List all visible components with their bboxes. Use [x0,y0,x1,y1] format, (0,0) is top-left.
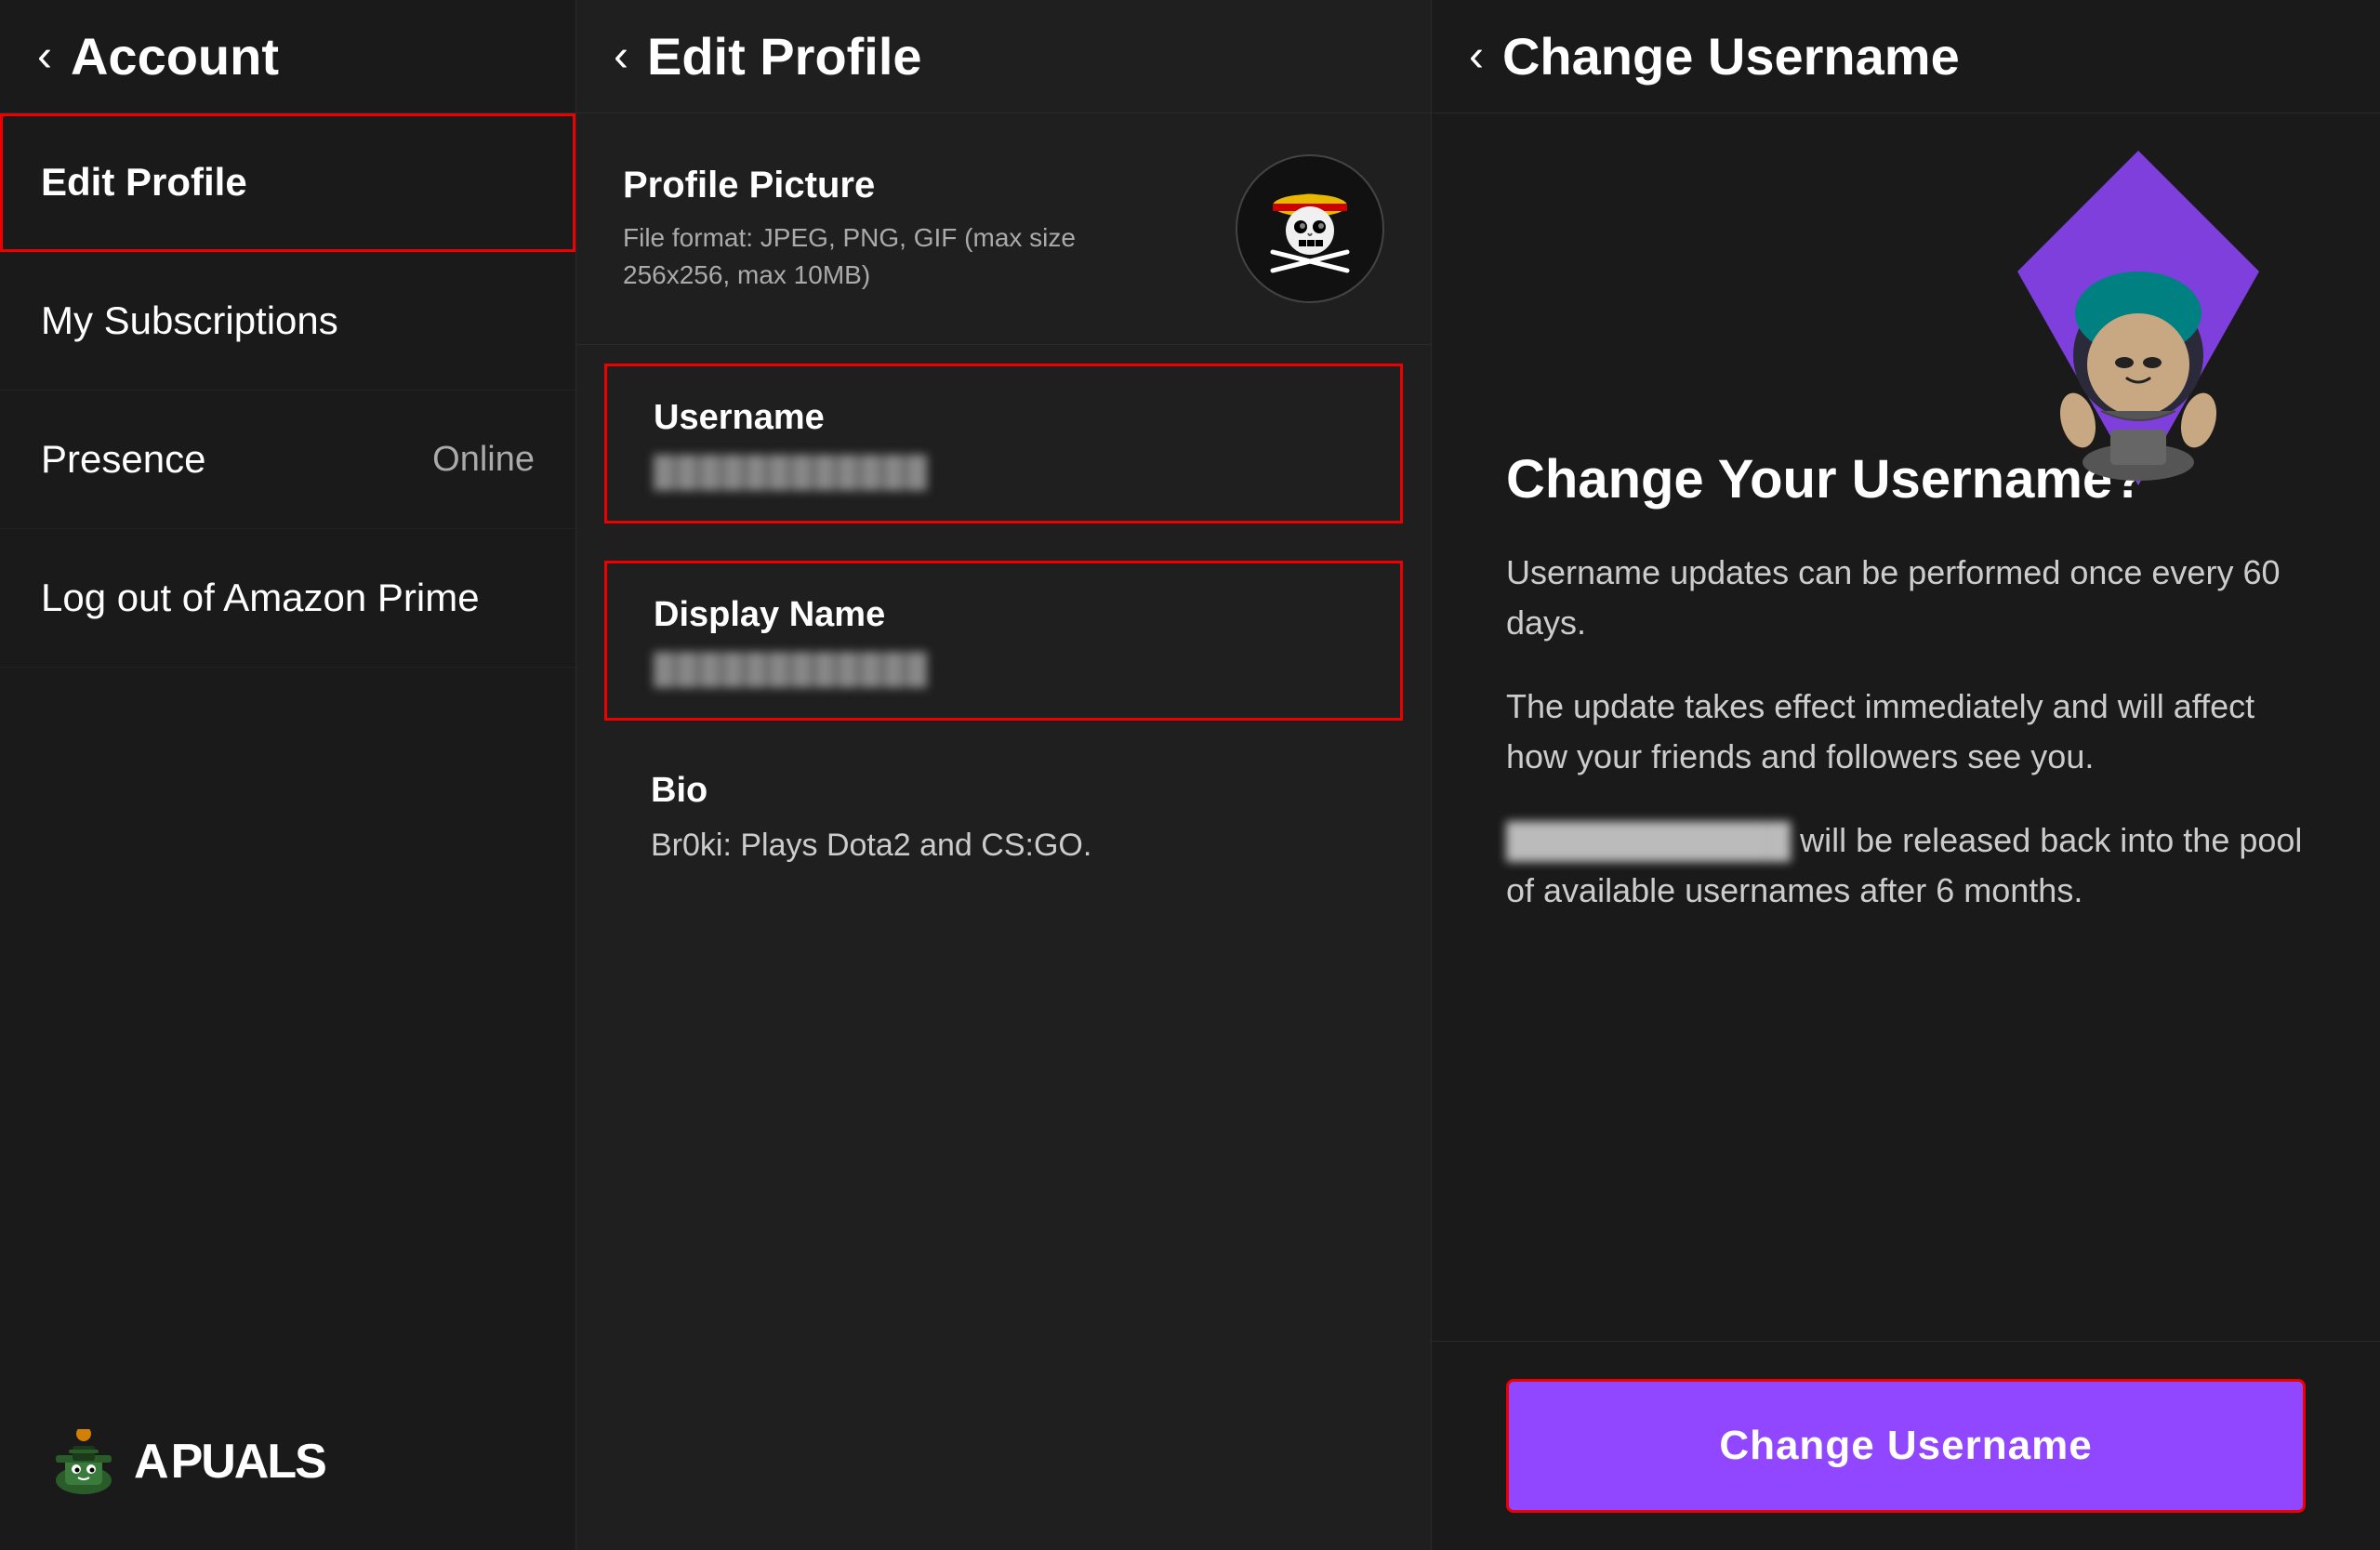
character-illustration [1971,141,2306,495]
watermark-logo-icon [37,1429,130,1494]
change-username-body: Username updates can be performed once e… [1506,548,2306,949]
watermark-brand: PUALS [171,1434,325,1490]
character-svg [1971,141,2306,495]
right-panel-title: Change Username [1502,26,1960,86]
bio-value: Br0ki: Plays Dota2 and CS:GO. [651,828,1356,864]
nav-label-presence: Presence [41,437,205,482]
nav-label-log-out-amazon: Log out of Amazon Prime [41,576,480,620]
right-back-arrow[interactable]: ‹ [1469,34,1484,79]
middle-panel-title: Edit Profile [647,26,922,86]
right-panel: ‹ Change Username [1432,0,2380,1550]
right-panel-header: ‹ Change Username [1432,0,2380,113]
username-section[interactable]: Username ████████████ [604,364,1403,523]
bio-section: Bio Br0ki: Plays Dota2 and CS:GO. [604,739,1403,895]
nav-list: Edit Profile My Subscriptions Presence O… [0,113,575,668]
middle-panel-header: ‹ Edit Profile [576,0,1431,113]
body-line3: ████████████ will be released back into … [1506,815,2306,916]
bio-label: Bio [651,771,1356,811]
middle-back-arrow[interactable]: ‹ [614,34,628,79]
nav-item-log-out-amazon[interactable]: Log out of Amazon Prime [0,529,575,668]
left-panel-title: Account [71,26,279,86]
watermark: A PUALS [19,1401,594,1522]
watermark-text: A [134,1434,167,1490]
display-name-label: Display Name [654,595,1354,635]
body-line1: Username updates can be performed once e… [1506,548,2306,648]
middle-panel: ‹ Edit Profile Profile Picture File form… [576,0,1432,1550]
profile-picture-info: Profile Picture File format: JPEG, PNG, … [623,165,1088,292]
body-line3-username: ████████████ [1506,821,1791,859]
bottom-bar: Change Username [1432,1341,2380,1550]
username-label: Username [654,398,1354,438]
profile-picture-label: Profile Picture [623,165,1088,206]
nav-item-my-subscriptions[interactable]: My Subscriptions [0,252,575,391]
avatar-icon [1245,164,1375,294]
display-name-value: ████████████ [654,652,1354,686]
change-username-button[interactable]: Change Username [1506,1379,2306,1513]
profile-picture-section: Profile Picture File format: JPEG, PNG, … [576,113,1431,345]
nav-item-edit-profile[interactable]: Edit Profile [0,113,575,252]
nav-item-presence[interactable]: Presence Online [0,391,575,529]
avatar[interactable] [1236,154,1384,303]
left-panel-header: ‹ Account [0,0,575,113]
username-value: ████████████ [654,455,1354,489]
body-line2: The update takes effect immediately and … [1506,682,2306,782]
right-content: Change Your Username? Username updates c… [1432,113,2380,1341]
left-back-arrow[interactable]: ‹ [37,34,52,79]
profile-picture-desc: File format: JPEG, PNG, GIF (max size 25… [623,219,1088,292]
display-name-section[interactable]: Display Name ████████████ [604,561,1403,721]
nav-status-presence: Online [432,440,535,480]
nav-label-edit-profile: Edit Profile [41,160,247,205]
nav-label-my-subscriptions: My Subscriptions [41,298,338,343]
left-panel: ‹ Account Edit Profile My Subscriptions … [0,0,576,1550]
